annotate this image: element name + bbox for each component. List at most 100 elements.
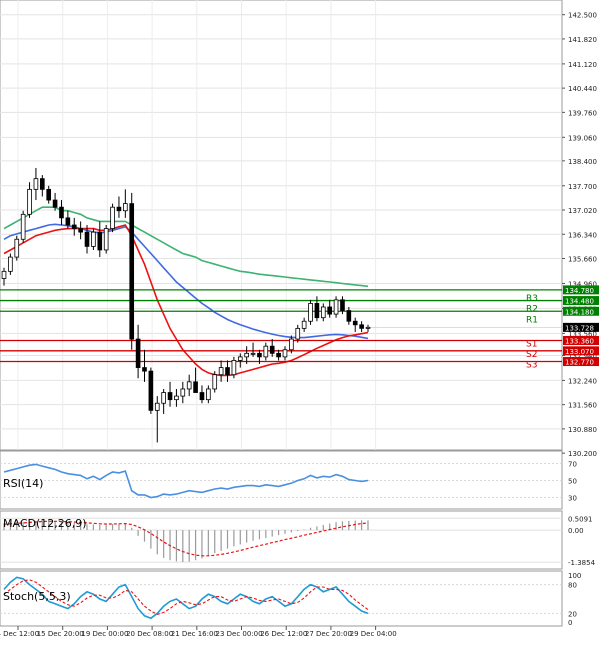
rsi-tick-label: 50 — [568, 478, 577, 486]
candle-down — [167, 392, 173, 401]
y-tick-label: 141.820 — [568, 36, 597, 44]
rsi-tick-label: 70 — [568, 461, 577, 469]
candle-up — [180, 388, 186, 397]
rsi-axis: 70 50 30 — [568, 461, 577, 503]
candle-up — [295, 327, 301, 340]
x-tick-label: 20 Dec 08:00 — [126, 630, 173, 638]
candle-up — [154, 402, 160, 411]
candle-down — [116, 206, 122, 212]
stoch-panel: Stoch(5,5,3) — [0, 570, 563, 627]
candle-up — [161, 392, 166, 404]
candle-down — [142, 367, 147, 372]
rsi-panel: RSI(14) — [0, 450, 563, 510]
candle-down — [269, 345, 275, 354]
candle-up — [174, 395, 179, 401]
price-axis: 142.500 141.820 141.120 140.440 139.760 139.0… — [562, 12, 597, 458]
y-tick-label: 130.880 — [568, 426, 597, 434]
candle-up — [27, 188, 32, 215]
candle-down — [71, 224, 77, 229]
time-axis: 14 Dec 12:0015 Dec 20:0019 Dec 00:0020 D… — [0, 626, 397, 638]
level-name-s1: S1 — [526, 339, 537, 349]
y-tick-label: 137.020 — [568, 207, 597, 215]
x-tick-label: 26 Dec 12:00 — [260, 630, 307, 638]
y-tick-label: 132.240 — [568, 377, 597, 385]
candle-up — [218, 367, 224, 376]
rsi-tick-label: 30 — [568, 495, 577, 503]
y-tick-label: 136.340 — [568, 231, 597, 239]
level-tag-label: 132.770 — [565, 359, 594, 367]
candle-up — [14, 238, 20, 258]
y-tick-label: 135.660 — [568, 256, 597, 264]
level-tag-label: 133.070 — [565, 348, 594, 356]
y-tick-label: 141.120 — [568, 61, 597, 69]
candle-up — [250, 352, 256, 355]
chart-root: R3 R2 R1 S1 S2 S3 RSI(14) MACD(12,26,9) Stoch… — [0, 0, 600, 641]
candle-up — [212, 374, 218, 390]
macd-tick-label: 0.5091 — [568, 515, 593, 523]
last-price-label: 133.728 — [565, 324, 594, 332]
candle-down — [340, 299, 345, 311]
x-tick-label: 29 Dec 04:00 — [350, 630, 397, 638]
candle-down — [346, 310, 352, 322]
y-tick-label: 139.060 — [568, 134, 597, 142]
candle-down — [148, 370, 154, 411]
candle-up — [244, 352, 249, 358]
candle-up — [20, 213, 26, 240]
candle-down — [314, 303, 320, 319]
macd-label: MACD(12,26,9) — [3, 517, 87, 530]
rsi-label: RSI(14) — [3, 477, 43, 490]
candle-up — [103, 228, 109, 251]
candle-up — [320, 306, 326, 319]
price-tags: 134.780 134.480 134.180 133.360 133.070 132.7… — [563, 285, 599, 367]
candle-down — [129, 203, 135, 340]
level-tag-label: 134.480 — [565, 298, 594, 306]
y-tick-label: 139.760 — [568, 109, 597, 117]
candle-up — [186, 381, 192, 390]
y-tick-label: 140.440 — [568, 85, 597, 93]
candle-down — [84, 231, 90, 247]
candle-up — [123, 203, 128, 212]
candle-down — [359, 324, 364, 329]
candle-up — [91, 231, 96, 247]
candle-down — [257, 352, 262, 358]
level-name-r2: R2 — [526, 305, 538, 315]
candle-up — [237, 356, 243, 361]
candle-up — [282, 349, 288, 358]
main-panel: R3R2R1 S1S2S3 — [0, 0, 563, 454]
candle-up — [110, 206, 115, 229]
candle-down — [78, 228, 83, 233]
candle-up — [289, 338, 294, 351]
y-tick-label: 137.700 — [568, 183, 597, 191]
y-tick-label: 138.400 — [568, 158, 597, 166]
chart-svg: R3R2R1 S1S2S3 RSI(14) MACD(12,26,9) Stoch… — [0, 0, 599, 638]
candle-down — [65, 217, 71, 226]
candle-up — [308, 303, 313, 322]
macd-axis: 0.5091 0.00 -1.3854 — [568, 515, 596, 567]
candle-up — [8, 256, 13, 272]
x-tick-label: 21 Dec 16:00 — [171, 630, 218, 638]
candle-up — [206, 388, 211, 401]
level-name-r1: R1 — [526, 315, 538, 325]
candle-down — [40, 178, 45, 190]
candle-down — [135, 338, 141, 368]
x-tick-label: 23 Dec 00:00 — [216, 630, 263, 638]
candle-up — [301, 320, 307, 329]
y-tick-label: 131.560 — [568, 402, 597, 410]
level-tag-label: 134.180 — [565, 308, 594, 316]
candle-down — [193, 381, 198, 393]
stoch-tick-label: 100 — [568, 572, 581, 580]
candle-up — [231, 360, 237, 376]
level-name-s2: S2 — [526, 350, 537, 360]
stoch-axis: 100 80 200 — [568, 572, 581, 627]
candle-down — [97, 231, 103, 251]
stoch-tick-label: 80 — [568, 582, 577, 590]
y-tick-label: 130.200 — [568, 450, 597, 458]
candle-up — [365, 326, 371, 329]
candle-down — [52, 199, 58, 208]
candle-up — [333, 299, 339, 315]
candle-down — [352, 320, 358, 326]
level-name-r3: R3 — [526, 294, 538, 304]
candle-up — [33, 178, 39, 190]
stoch-tick-label: 0 — [568, 619, 572, 627]
candle-down — [46, 188, 52, 201]
